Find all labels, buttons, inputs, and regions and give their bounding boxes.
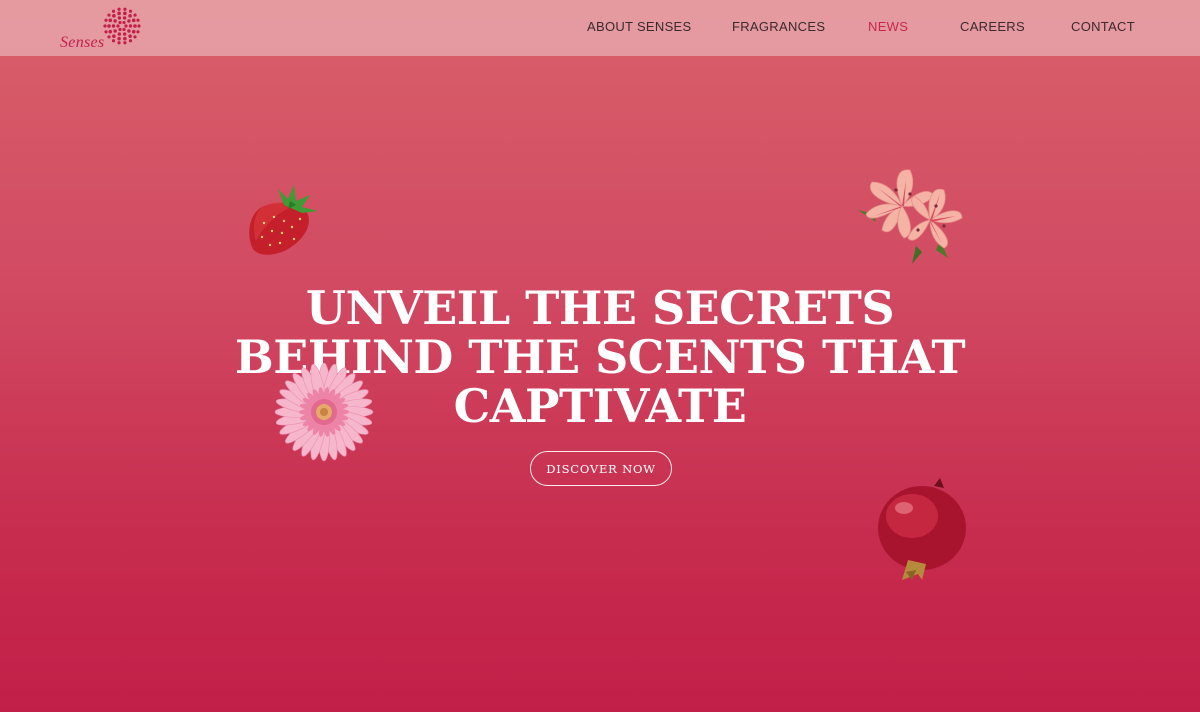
hero-heading-line-1: UNVEIL THE SECRETS	[305, 281, 895, 335]
discover-now-button[interactable]: DISCOVER NOW	[530, 451, 672, 486]
top-navigation-bar: Senses ABOUT SENSES FRAGRANCES NEWS CARE…	[0, 0, 1200, 56]
nav-item-contact[interactable]: CONTACT	[1071, 19, 1135, 34]
nav-item-fragrances[interactable]: FRAGRANCES	[732, 19, 825, 34]
nav-item-careers[interactable]: CAREERS	[960, 19, 1025, 34]
pink-lily-image	[858, 169, 963, 264]
main-nav: ABOUT SENSES FRAGRANCES NEWS CAREERS CON…	[0, 19, 1200, 37]
nav-item-about-senses[interactable]: ABOUT SENSES	[587, 19, 692, 34]
pink-gerbera-image	[274, 362, 374, 462]
nav-item-news[interactable]: NEWS	[868, 19, 908, 34]
pomegranate-image	[878, 478, 966, 580]
strawberry-image	[249, 185, 318, 255]
